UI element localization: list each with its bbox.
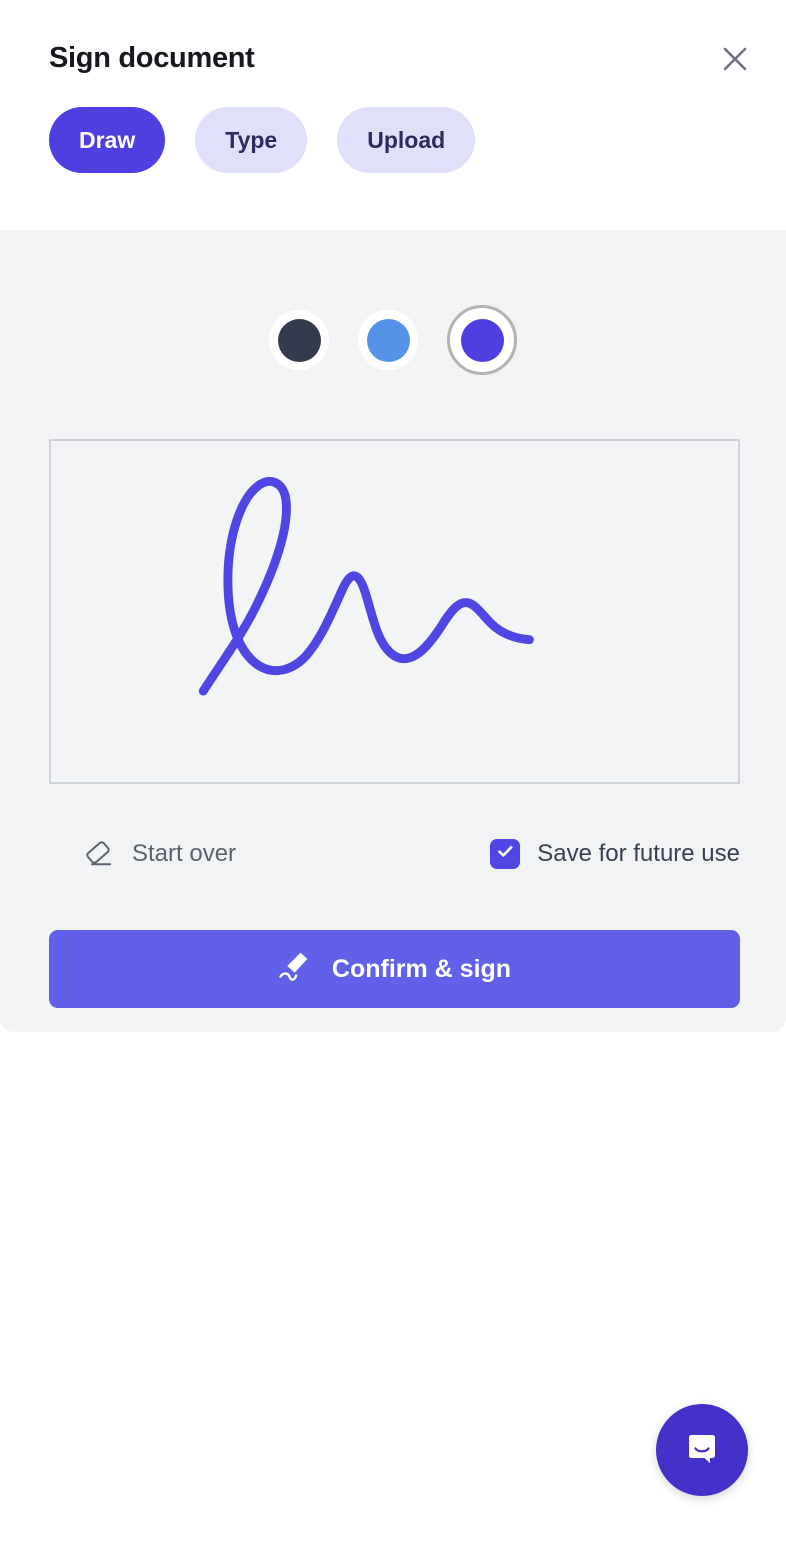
tab-draw-label: Draw [79, 126, 136, 153]
eraser-icon [83, 838, 115, 871]
color-dot-blue [366, 318, 410, 362]
signature-pen-icon [278, 949, 314, 990]
signature-stroke [198, 477, 534, 696]
color-swatch-dark[interactable] [269, 310, 329, 370]
color-swatch-blue[interactable] [358, 310, 418, 370]
pen-color-picker [0, 305, 786, 375]
tab-type[interactable]: Type [195, 107, 308, 173]
tab-type-label: Type [225, 126, 278, 153]
modal-header: Sign document Draw Type Upload [0, 0, 786, 230]
chat-launcher-button[interactable] [656, 1404, 748, 1496]
start-over-button[interactable]: Start over [83, 830, 236, 878]
check-icon [496, 842, 515, 866]
signature-mode-tabs: Draw Type Upload [49, 107, 476, 173]
start-over-label: Start over [132, 840, 237, 867]
tab-upload[interactable]: Upload [337, 107, 476, 173]
save-for-future-use-toggle[interactable]: Save for future use [490, 830, 740, 878]
chat-bubble-icon [679, 1426, 725, 1475]
close-button[interactable] [717, 41, 753, 77]
confirm-and-sign-label: Confirm & sign [331, 954, 512, 983]
color-swatch-purple[interactable] [447, 305, 517, 375]
page-title: Sign document [49, 42, 255, 74]
tab-draw[interactable]: Draw [49, 107, 166, 173]
save-for-future-use-label: Save for future use [537, 840, 740, 867]
canvas-controls: Start over Save for future use [49, 830, 740, 878]
sign-document-modal: Sign document Draw Type Upload Start ove… [0, 0, 786, 1546]
confirm-and-sign-button[interactable]: Confirm & sign [49, 930, 740, 1008]
signature-canvas[interactable] [49, 439, 740, 784]
close-icon [720, 44, 750, 74]
save-for-future-use-checkbox[interactable] [490, 839, 521, 869]
color-dot-dark [277, 318, 321, 362]
color-dot-purple [460, 318, 504, 362]
draw-signature-panel: Start over Save for future use Confirm &… [0, 230, 786, 1032]
tab-upload-label: Upload [367, 126, 446, 153]
